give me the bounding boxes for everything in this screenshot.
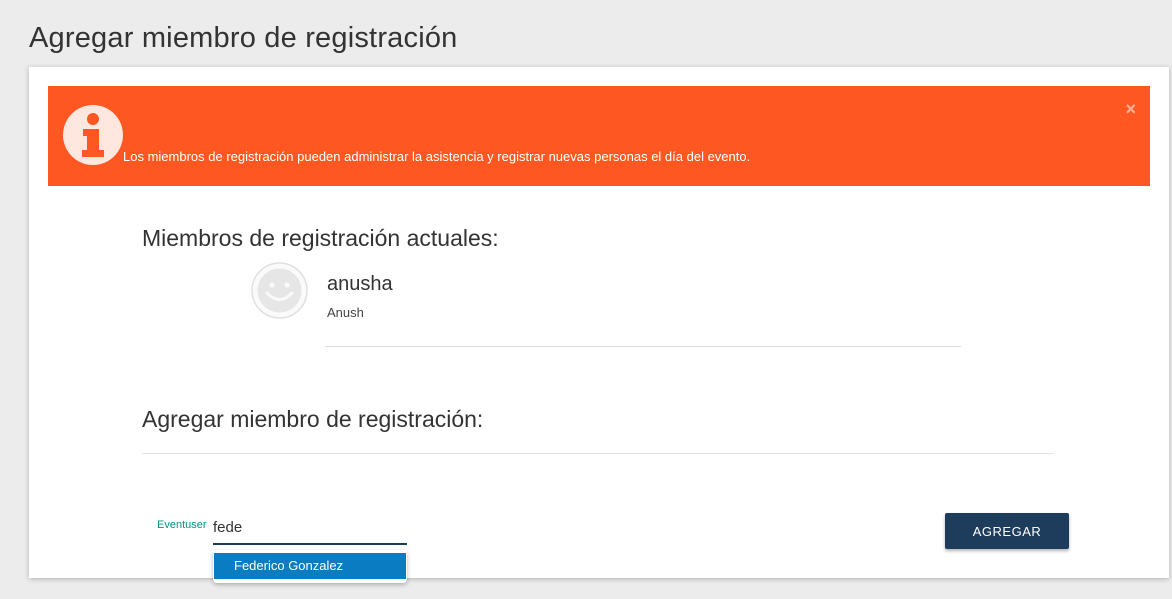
page-title: Agregar miembro de registración [29, 22, 458, 54]
section-divider [142, 453, 1054, 454]
member-name: anusha [327, 273, 393, 295]
suggestion-dropdown: Federico Gonzalez [213, 550, 407, 583]
member-username: Anush [327, 305, 364, 320]
main-card: Los miembros de registración pueden admi… [29, 67, 1169, 583]
info-icon [63, 105, 123, 165]
eventuser-search-input[interactable] [213, 515, 407, 545]
alert-message: Los miembros de registración pueden admi… [123, 149, 751, 164]
eventuser-label: Eventuser [157, 519, 207, 531]
current-members-title: Miembros de registración actuales: [142, 225, 499, 251]
close-icon[interactable]: × [1125, 100, 1136, 118]
suggestion-item[interactable]: Federico Gonzalez [214, 553, 406, 579]
smiley-avatar-icon [251, 262, 308, 319]
add-button[interactable]: AGREGAR [945, 513, 1069, 549]
add-member-title: Agregar miembro de registración: [142, 406, 484, 432]
member-divider [325, 346, 961, 347]
info-alert: Los miembros de registración pueden admi… [48, 86, 1150, 186]
